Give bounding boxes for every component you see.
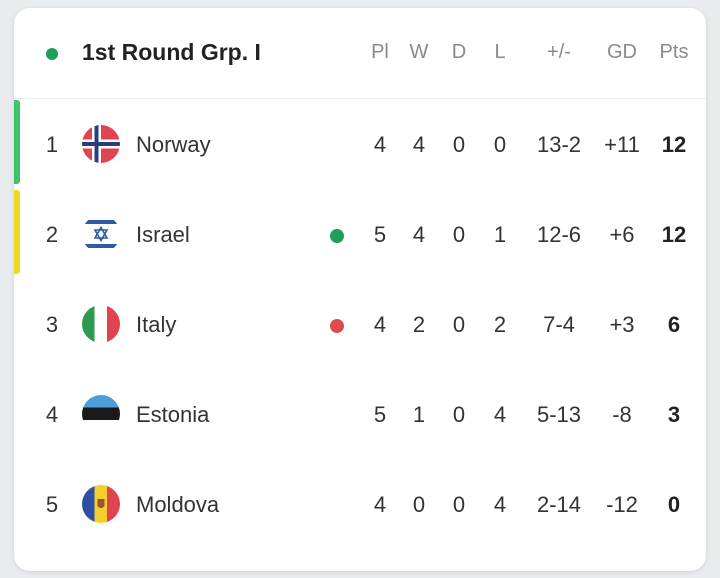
losses-value: 4	[493, 402, 507, 427]
form-win-dot	[330, 229, 344, 243]
table-row[interactable]: 4 Estonia 5 1 0 4 5-13 -8 3	[14, 370, 706, 460]
group-title[interactable]: 1st Round Grp. I	[82, 39, 261, 66]
team-rank: 4	[45, 402, 59, 427]
goals-value: 13-2	[536, 132, 582, 157]
team-rank: 3	[45, 312, 59, 337]
played-value: 4	[373, 132, 387, 157]
losses-value: 1	[493, 222, 507, 247]
team-rank: 5	[45, 492, 59, 517]
team-rank: 2	[45, 222, 59, 247]
wins-value: 0	[412, 492, 426, 517]
table-row[interactable]: 1 Norway 4 4 0 0 13-2 +11 12	[14, 100, 706, 190]
table-header: 1st Round Grp. I Pl W D L +/- GD Pts	[14, 8, 706, 99]
goal-difference-value: +11	[604, 132, 640, 157]
wins-value: 4	[412, 222, 426, 247]
goals-value: 7-4	[543, 312, 575, 337]
table-row[interactable]: 5 Moldova 4 0 0 4 2-14 -12 0	[14, 460, 706, 550]
team-name[interactable]: Italy	[136, 312, 176, 338]
points-value: 6	[667, 312, 681, 337]
played-value: 5	[373, 222, 387, 247]
israel-flag-icon	[82, 215, 120, 253]
table-row[interactable]: 3 Italy 4 2 0 2 7-4 +3 6	[14, 280, 706, 370]
goal-difference-value: -12	[606, 492, 638, 517]
points-value: 3	[667, 402, 681, 427]
team-name[interactable]: Norway	[136, 132, 211, 158]
goals-value: 5-13	[536, 402, 582, 427]
team-name[interactable]: Moldova	[136, 492, 219, 518]
draws-value: 0	[452, 492, 466, 517]
column-header-goal-difference[interactable]: GD	[596, 41, 648, 64]
live-indicator-dot	[46, 48, 58, 60]
losses-value: 0	[493, 132, 507, 157]
goal-difference-value: -8	[612, 402, 632, 427]
draws-value: 0	[452, 222, 466, 247]
column-header-played[interactable]: Pl	[365, 41, 395, 64]
goals-value: 12-6	[536, 222, 582, 247]
team-name[interactable]: Israel	[136, 222, 190, 248]
wins-value: 2	[412, 312, 426, 337]
standings-card: 1st Round Grp. I Pl W D L +/- GD Pts 1 N…	[14, 8, 706, 571]
goal-difference-value: +3	[609, 312, 635, 337]
qualification-indicator	[14, 100, 20, 184]
form-loss-dot	[330, 319, 344, 333]
column-header-points[interactable]: Pts	[652, 41, 696, 64]
wins-value: 1	[412, 402, 426, 427]
wins-value: 4	[412, 132, 426, 157]
moldova-flag-icon	[82, 485, 120, 523]
column-header-draws[interactable]: D	[444, 41, 474, 64]
draws-value: 0	[452, 402, 466, 427]
italy-flag-icon	[82, 305, 120, 343]
draws-value: 0	[452, 132, 466, 157]
table-row[interactable]: 2 Israel 5 4 0 1 12-6 +6 12	[14, 190, 706, 280]
column-header-wins[interactable]: W	[404, 41, 434, 64]
column-header-goals[interactable]: +/-	[524, 41, 594, 64]
played-value: 5	[373, 402, 387, 427]
draws-value: 0	[452, 312, 466, 337]
goals-value: 2-14	[536, 492, 582, 517]
team-rank: 1	[45, 132, 59, 157]
points-value: 0	[667, 492, 681, 517]
norway-flag-icon	[82, 125, 120, 163]
losses-value: 4	[493, 492, 507, 517]
played-value: 4	[373, 492, 387, 517]
column-header-losses[interactable]: L	[485, 41, 515, 64]
estonia-flag-icon	[82, 395, 120, 433]
playoff-indicator	[14, 190, 20, 274]
goal-difference-value: +6	[609, 222, 635, 247]
played-value: 4	[373, 312, 387, 337]
losses-value: 2	[493, 312, 507, 337]
team-name[interactable]: Estonia	[136, 402, 209, 428]
points-value: 12	[661, 132, 687, 157]
points-value: 12	[661, 222, 687, 247]
